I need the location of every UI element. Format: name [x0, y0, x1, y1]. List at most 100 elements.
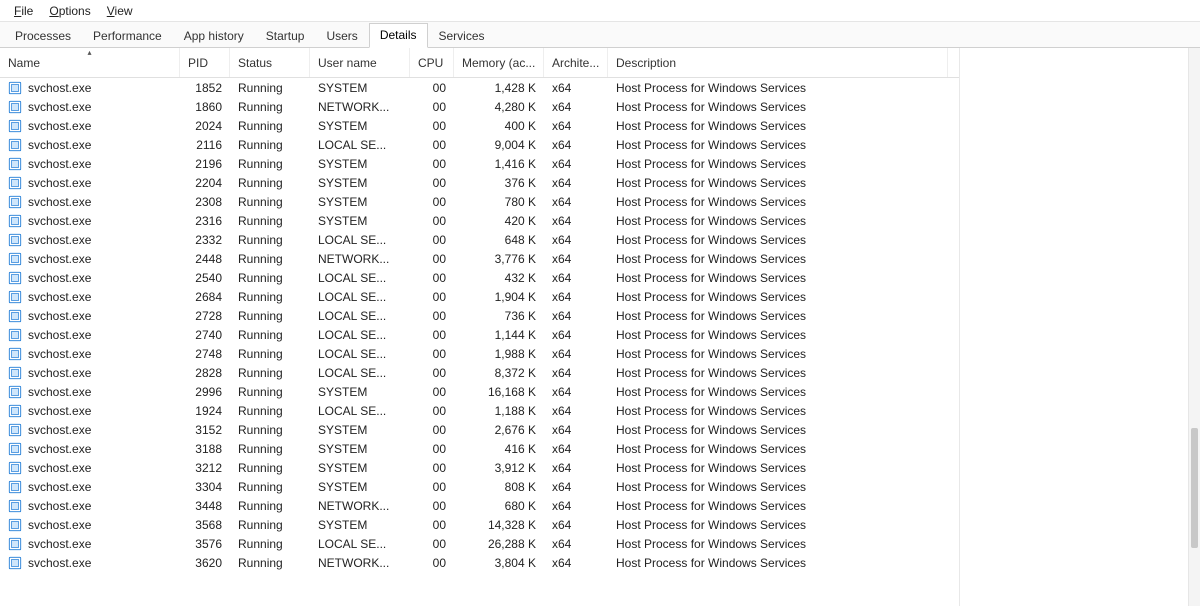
cell-name-text: svchost.exe — [28, 537, 91, 551]
cell-arch: x64 — [544, 499, 608, 513]
tab-processes[interactable]: Processes — [4, 24, 82, 48]
cell-mem-text: 420 K — [505, 214, 536, 228]
scrollbar-thumb[interactable] — [1191, 428, 1198, 548]
tab-details[interactable]: Details — [369, 23, 428, 48]
sort-caret-icon: ▴ — [87, 48, 91, 57]
table-row[interactable]: svchost.exe3576RunningLOCAL SE...0026,28… — [0, 534, 959, 553]
cell-name: svchost.exe — [0, 100, 180, 114]
table-row[interactable]: svchost.exe2996RunningSYSTEM0016,168 Kx6… — [0, 382, 959, 401]
cell-status-text: Running — [238, 100, 283, 114]
cell-status: Running — [230, 100, 310, 114]
col-header-user[interactable]: User name — [310, 48, 410, 77]
cell-desc-text: Host Process for Windows Services — [616, 537, 806, 551]
table-row[interactable]: svchost.exe2316RunningSYSTEM00420 Kx64Ho… — [0, 211, 959, 230]
content-area: ▴NamePIDStatusUser nameCPUMemory (ac...A… — [0, 48, 1200, 606]
process-icon — [8, 328, 22, 342]
process-icon — [8, 347, 22, 361]
table-row[interactable]: svchost.exe2828RunningLOCAL SE...008,372… — [0, 363, 959, 382]
table-row[interactable]: svchost.exe3188RunningSYSTEM00416 Kx64Ho… — [0, 439, 959, 458]
cell-pid-text: 2740 — [195, 328, 222, 342]
table-row[interactable]: svchost.exe2204RunningSYSTEM00376 Kx64Ho… — [0, 173, 959, 192]
table-row[interactable]: svchost.exe1860RunningNETWORK...004,280 … — [0, 97, 959, 116]
table-row[interactable]: svchost.exe2684RunningLOCAL SE...001,904… — [0, 287, 959, 306]
cell-name: svchost.exe — [0, 537, 180, 551]
cell-status: Running — [230, 461, 310, 475]
table-row[interactable]: svchost.exe2196RunningSYSTEM001,416 Kx64… — [0, 154, 959, 173]
table-row[interactable]: svchost.exe1852RunningSYSTEM001,428 Kx64… — [0, 78, 959, 97]
cell-cpu-text: 00 — [433, 328, 446, 342]
col-header-desc[interactable]: Description — [608, 48, 948, 77]
cell-status: Running — [230, 537, 310, 551]
cell-user-text: SYSTEM — [318, 461, 367, 475]
table-row[interactable]: svchost.exe3152RunningSYSTEM002,676 Kx64… — [0, 420, 959, 439]
cell-user-text: LOCAL SE... — [318, 290, 386, 304]
cell-arch-text: x64 — [552, 271, 571, 285]
table-row[interactable]: svchost.exe1924RunningLOCAL SE...001,188… — [0, 401, 959, 420]
cell-desc-text: Host Process for Windows Services — [616, 556, 806, 570]
cell-pid-text: 3568 — [195, 518, 222, 532]
cell-user-text: NETWORK... — [318, 556, 389, 570]
table-row[interactable]: svchost.exe3304RunningSYSTEM00808 Kx64Ho… — [0, 477, 959, 496]
table-row[interactable]: svchost.exe2448RunningNETWORK...003,776 … — [0, 249, 959, 268]
table-row[interactable]: svchost.exe2728RunningLOCAL SE...00736 K… — [0, 306, 959, 325]
cell-mem-text: 432 K — [505, 271, 536, 285]
table-row[interactable]: svchost.exe2332RunningLOCAL SE...00648 K… — [0, 230, 959, 249]
cell-mem-text: 14,328 K — [488, 518, 536, 532]
cell-user: LOCAL SE... — [310, 290, 410, 304]
tab-startup[interactable]: Startup — [255, 24, 316, 48]
table-row[interactable]: svchost.exe2024RunningSYSTEM00400 Kx64Ho… — [0, 116, 959, 135]
cell-status-text: Running — [238, 176, 283, 190]
cell-arch-text: x64 — [552, 290, 571, 304]
cell-name: svchost.exe — [0, 233, 180, 247]
cell-status: Running — [230, 385, 310, 399]
cell-user: SYSTEM — [310, 518, 410, 532]
cell-user-text: LOCAL SE... — [318, 271, 386, 285]
table-row[interactable]: svchost.exe3448RunningNETWORK...00680 Kx… — [0, 496, 959, 515]
table-row[interactable]: svchost.exe3620RunningNETWORK...003,804 … — [0, 553, 959, 572]
cell-cpu: 00 — [410, 442, 454, 456]
cell-status-text: Running — [238, 290, 283, 304]
cell-desc: Host Process for Windows Services — [608, 423, 948, 437]
table-row[interactable]: svchost.exe2540RunningLOCAL SE...00432 K… — [0, 268, 959, 287]
cell-name: svchost.exe — [0, 252, 180, 266]
menu-options[interactable]: Options — [41, 2, 98, 20]
menu-file[interactable]: File — [6, 2, 41, 20]
cell-pid-text: 3212 — [195, 461, 222, 475]
col-header-arch[interactable]: Archite... — [544, 48, 608, 77]
table-row[interactable]: svchost.exe3212RunningSYSTEM003,912 Kx64… — [0, 458, 959, 477]
cell-user: SYSTEM — [310, 461, 410, 475]
table-row[interactable]: svchost.exe2308RunningSYSTEM00780 Kx64Ho… — [0, 192, 959, 211]
cell-user-text: SYSTEM — [318, 385, 367, 399]
tab-label: App history — [184, 29, 244, 43]
col-header-pid[interactable]: PID — [180, 48, 230, 77]
vertical-scrollbar[interactable] — [1188, 48, 1200, 606]
table-row[interactable]: svchost.exe2740RunningLOCAL SE...001,144… — [0, 325, 959, 344]
menu-view[interactable]: View — [99, 2, 141, 20]
cell-arch: x64 — [544, 138, 608, 152]
table-row[interactable]: svchost.exe2116RunningLOCAL SE...009,004… — [0, 135, 959, 154]
tab-label: Processes — [15, 29, 71, 43]
col-header-cpu[interactable]: CPU — [410, 48, 454, 77]
cell-arch-text: x64 — [552, 499, 571, 513]
cell-mem: 4,280 K — [454, 100, 544, 114]
tab-users[interactable]: Users — [315, 24, 368, 48]
cell-mem: 680 K — [454, 499, 544, 513]
right-pane — [960, 48, 1200, 606]
table-row[interactable]: svchost.exe2748RunningLOCAL SE...001,988… — [0, 344, 959, 363]
process-icon — [8, 81, 22, 95]
cell-mem-text: 780 K — [505, 195, 536, 209]
cell-name: svchost.exe — [0, 271, 180, 285]
cell-status-text: Running — [238, 214, 283, 228]
tab-services[interactable]: Services — [428, 24, 496, 48]
process-rows[interactable]: svchost.exe1852RunningSYSTEM001,428 Kx64… — [0, 78, 959, 606]
tab-app-history[interactable]: App history — [173, 24, 255, 48]
cell-name: svchost.exe — [0, 442, 180, 456]
col-header-mem[interactable]: Memory (ac... — [454, 48, 544, 77]
tab-performance[interactable]: Performance — [82, 24, 173, 48]
cell-mem-text: 1,988 K — [495, 347, 536, 361]
table-row[interactable]: svchost.exe3568RunningSYSTEM0014,328 Kx6… — [0, 515, 959, 534]
col-header-name[interactable]: ▴Name — [0, 48, 180, 77]
col-header-status[interactable]: Status — [230, 48, 310, 77]
cell-mem-text: 8,372 K — [495, 366, 536, 380]
cell-arch: x64 — [544, 442, 608, 456]
